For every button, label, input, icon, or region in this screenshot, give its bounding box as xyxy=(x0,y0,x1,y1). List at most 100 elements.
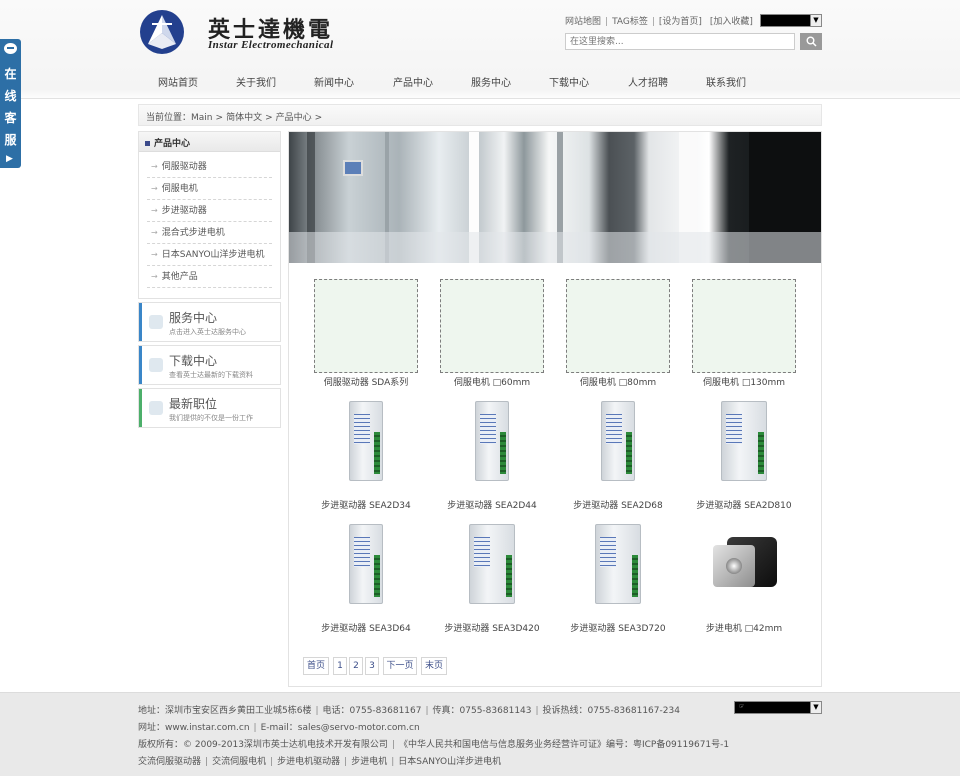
chevron-down-icon: ▼ xyxy=(810,15,821,26)
product-card[interactable]: 步进驱动器 SEA3D420 xyxy=(429,521,555,634)
page-1[interactable]: 1 xyxy=(333,657,347,675)
search-button[interactable] xyxy=(800,33,822,50)
nav-contact[interactable]: 联系我们 xyxy=(706,74,746,89)
product-name[interactable]: 步进驱动器 SEA3D720 xyxy=(555,621,681,634)
breadcrumb-separator: > xyxy=(265,113,273,123)
product-name[interactable]: 步进驱动器 SEA3D420 xyxy=(429,621,555,634)
toplink-add-favorite[interactable]: [加入收藏] xyxy=(710,14,753,27)
product-image[interactable] xyxy=(429,275,555,373)
arrow-right-icon: → xyxy=(151,228,158,237)
footer-email[interactable]: E-mail：sales@servo-motor.com.cn xyxy=(261,723,420,733)
sidebar-item-servo-motor[interactable]: → 伺服电机 xyxy=(147,178,272,200)
banner-image xyxy=(289,132,821,263)
toplink-set-homepage[interactable]: [设为首页] xyxy=(659,14,702,27)
sidebar-item-sanyo-stepper[interactable]: → 日本SANYO山洋步进电机 xyxy=(147,244,272,266)
product-image[interactable] xyxy=(681,275,807,373)
product-image[interactable] xyxy=(303,275,429,373)
nav-service[interactable]: 服务中心 xyxy=(471,74,511,89)
product-card[interactable]: 步进驱动器 SEA2D810 xyxy=(681,398,807,511)
product-name[interactable]: 伺服电机 □60mm xyxy=(429,375,555,388)
footer-link-ac-servo-motor[interactable]: 交流伺服电机 xyxy=(212,757,266,767)
nav-news[interactable]: 新闻中心 xyxy=(314,74,354,89)
promo-subtitle: 点击进入英士达服务中心 xyxy=(169,328,246,336)
footer-language-select[interactable]: ☞ ▼ xyxy=(734,701,822,714)
site-logo[interactable]: 英士達機電 Instar Electromechanical xyxy=(138,10,353,54)
breadcrumb-main[interactable]: Main xyxy=(191,113,213,123)
main-nav: 网站首页 关于我们 新闻中心 产品中心 服务中心 下载中心 人才招聘 联系我们 xyxy=(138,68,822,96)
product-name[interactable]: 伺服驱动器 SDA系列 xyxy=(303,375,429,388)
nav-products[interactable]: 产品中心 xyxy=(393,74,433,89)
product-card[interactable]: 伺服电机 □80mm xyxy=(555,275,681,388)
product-image[interactable] xyxy=(555,521,681,616)
product-name[interactable]: 伺服电机 □130mm xyxy=(681,375,807,388)
product-image[interactable] xyxy=(555,398,681,493)
product-card[interactable]: 步进驱动器 SEA3D720 xyxy=(555,521,681,634)
product-name[interactable]: 伺服电机 □80mm xyxy=(555,375,681,388)
sidebar-item-stepper-drive[interactable]: → 步进驱动器 xyxy=(147,200,272,222)
footer-link-stepper-drive[interactable]: 步进电机驱动器 xyxy=(277,757,340,767)
logo-emblem-icon xyxy=(140,10,184,54)
product-name[interactable]: 步进驱动器 SEA2D810 xyxy=(681,498,807,511)
main-content: 伺服驱动器 SDA系列 伺服电机 □60mm 伺服电机 □80mm 伺服电机 □130… xyxy=(288,131,822,687)
product-image[interactable] xyxy=(555,275,681,373)
footer-phone: 电话：0755-83681167 xyxy=(322,706,422,716)
promo-service-center[interactable]: 服务中心 点击进入英士达服务中心 xyxy=(138,302,281,342)
page-3[interactable]: 3 xyxy=(365,657,379,675)
nav-download[interactable]: 下载中心 xyxy=(549,74,589,89)
sidebar-item-label: 混合式步进电机 xyxy=(161,228,225,238)
product-card[interactable]: 伺服电机 □130mm xyxy=(681,275,807,388)
sidebar-item-other[interactable]: → 其他产品 xyxy=(147,266,272,288)
product-name[interactable]: 步进驱动器 SEA2D34 xyxy=(303,498,429,511)
nav-home[interactable]: 网站首页 xyxy=(158,74,198,89)
product-image[interactable] xyxy=(303,398,429,493)
product-image[interactable] xyxy=(429,398,555,493)
promo-subtitle: 我们提供的不仅是一份工作 xyxy=(169,414,253,422)
footer-website[interactable]: 网址：www.instar.com.cn xyxy=(138,723,250,733)
page-last[interactable]: 末页 xyxy=(421,657,447,675)
toplink-tags[interactable]: TAG标签 xyxy=(612,14,648,27)
product-name[interactable]: 步进电机 □42mm xyxy=(681,621,807,634)
product-card[interactable]: 步进驱动器 SEA3D64 xyxy=(303,521,429,634)
product-image[interactable] xyxy=(681,521,807,616)
sidebar-item-label: 伺服驱动器 xyxy=(161,162,207,172)
promo-latest-jobs[interactable]: 最新职位 我们提供的不仅是一份工作 xyxy=(138,388,281,428)
breadcrumb-language[interactable]: 简体中文 xyxy=(226,113,262,123)
online-service-tab[interactable]: 在线客服 ▶ xyxy=(0,39,21,168)
language-select-top[interactable]: ▼ xyxy=(760,14,822,27)
product-card[interactable]: 步进电机 □42mm xyxy=(681,521,807,634)
product-card[interactable]: 步进驱动器 SEA2D34 xyxy=(303,398,429,511)
nav-about[interactable]: 关于我们 xyxy=(236,74,276,89)
page-first[interactable]: 首页 xyxy=(303,657,329,675)
footer-link-ac-servo-drive[interactable]: 交流伺服驱动器 xyxy=(138,757,201,767)
product-card[interactable]: 伺服驱动器 SDA系列 xyxy=(303,275,429,388)
sidebar-item-servo-drive[interactable]: → 伺服驱动器 xyxy=(147,156,272,178)
logo-subtitle: Instar Electromechanical xyxy=(208,39,334,51)
footer-link-sanyo-stepper[interactable]: 日本SANYO山洋步进电机 xyxy=(398,757,501,767)
page-next[interactable]: 下一页 xyxy=(383,657,417,675)
play-arrow-icon: ▶ xyxy=(6,154,13,164)
arrow-right-icon: → xyxy=(151,272,158,281)
product-name[interactable]: 步进驱动器 SEA3D64 xyxy=(303,621,429,634)
product-image[interactable] xyxy=(429,521,555,616)
page-2[interactable]: 2 xyxy=(349,657,363,675)
product-card[interactable]: 步进驱动器 SEA2D44 xyxy=(429,398,555,511)
product-name[interactable]: 步进驱动器 SEA2D44 xyxy=(429,498,555,511)
breadcrumb-products[interactable]: 产品中心 xyxy=(276,113,312,123)
breadcrumb-prefix: 当前位置： xyxy=(146,113,192,123)
image-placeholder xyxy=(566,279,670,373)
stepper-driver-image xyxy=(469,524,515,604)
breadcrumb: 当前位置：Main > 简体中文 > 产品中心 > xyxy=(138,104,822,126)
nav-divider xyxy=(0,98,960,99)
promo-download-center[interactable]: 下载中心 查看英士达最新的下载资料 xyxy=(138,345,281,385)
toplink-sitemap[interactable]: 网站地图 xyxy=(565,14,601,27)
footer-license[interactable]: 《中华人民共和国电信与信息服务业务经营许可证》编号：粤ICP备09119671号… xyxy=(399,740,729,750)
product-name[interactable]: 步进驱动器 SEA2D68 xyxy=(555,498,681,511)
footer-link-stepper-motor[interactable]: 步进电机 xyxy=(351,757,387,767)
product-image[interactable] xyxy=(303,521,429,616)
product-card[interactable]: 伺服电机 □60mm xyxy=(429,275,555,388)
search-input[interactable] xyxy=(565,33,795,50)
nav-careers[interactable]: 人才招聘 xyxy=(628,74,668,89)
product-card[interactable]: 步进驱动器 SEA2D68 xyxy=(555,398,681,511)
product-image[interactable] xyxy=(681,398,807,493)
sidebar-item-hybrid-stepper[interactable]: → 混合式步进电机 xyxy=(147,222,272,244)
